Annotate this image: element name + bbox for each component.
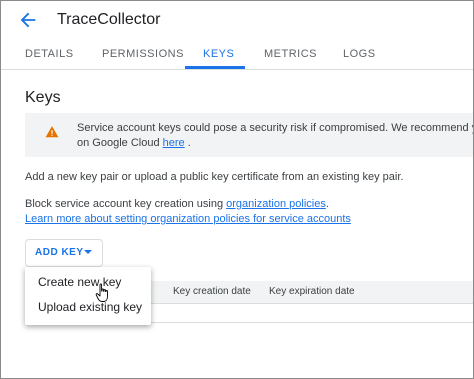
add-key-menu: Create new key Upload existing key [25, 267, 151, 325]
page-title: TraceCollector [57, 11, 161, 28]
block-text-prefix: Block service account key creation using [25, 198, 227, 210]
section-title: Keys [25, 89, 61, 106]
tab-keys[interactable]: KEYS [203, 39, 234, 69]
warning-text: Service account keys could pose a securi… [77, 121, 474, 151]
service-account-page: TraceCollector DETAILS PERMISSIONS KEYS … [0, 0, 474, 379]
menu-item-upload-existing-key[interactable]: Upload existing key [25, 296, 151, 320]
arrow-left-icon [20, 12, 36, 28]
intro-text: Add a new key pair or upload a public ke… [25, 171, 404, 183]
tab-permissions[interactable]: PERMISSIONS [102, 39, 184, 69]
security-warning-banner: Service account keys could pose a securi… [25, 113, 474, 157]
page-header: TraceCollector [1, 1, 473, 39]
organization-policies-link[interactable]: organization policies [226, 198, 326, 210]
caret-down-icon [84, 250, 92, 254]
tab-logs[interactable]: LOGS [343, 39, 376, 69]
column-header-key-expiration-date[interactable]: Key expiration date [269, 286, 355, 297]
tab-metrics[interactable]: METRICS [264, 39, 317, 69]
warning-icon [45, 126, 59, 138]
warning-line-1: Service account keys could pose a securi… [77, 122, 474, 134]
menu-item-create-new-key[interactable]: Create new key [25, 271, 151, 295]
warning-line-2: on Google Cloud here . [77, 136, 473, 151]
column-header-key-creation-date[interactable]: Key creation date [173, 286, 251, 297]
active-tab-indicator [185, 66, 245, 69]
back-button[interactable] [17, 9, 39, 31]
warning-line-2-prefix: on Google Cloud [77, 137, 163, 149]
hand-pointer-icon [95, 283, 108, 302]
warning-line-2-suffix: . [184, 137, 191, 149]
add-key-button[interactable]: ADD KEY [25, 239, 103, 267]
tab-details[interactable]: DETAILS [25, 39, 74, 69]
add-key-label: ADD KEY [35, 247, 84, 258]
tab-bar: DETAILS PERMISSIONS KEYS METRICS LOGS [1, 39, 473, 70]
learn-more-link[interactable]: Learn more about setting organization po… [25, 213, 351, 225]
org-policy-text: Block service account key creation using… [25, 197, 351, 227]
here-link[interactable]: here [163, 137, 185, 149]
upload-existing-key-label: Upload existing key [38, 300, 143, 314]
block-text-suffix: . [325, 198, 329, 210]
